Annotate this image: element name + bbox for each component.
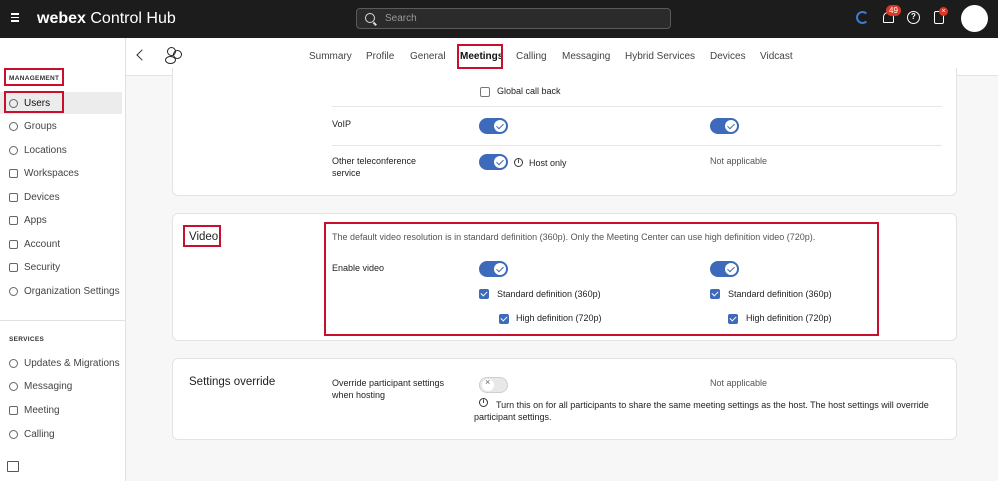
search-icon: [365, 13, 375, 23]
tab-general[interactable]: General: [410, 51, 446, 62]
tab-vidcast[interactable]: Vidcast: [760, 51, 793, 62]
sidebar-item-users[interactable]: Users: [0, 92, 122, 114]
other-teleconference-label: Other teleconference service: [332, 156, 417, 178]
sidebar-item-apps[interactable]: Apps: [0, 209, 122, 231]
video-description: The default video resolution is in stand…: [332, 232, 816, 242]
global-call-back-label: Global call back: [497, 86, 561, 96]
refresh-icon: [9, 358, 18, 368]
sidebar-item-security[interactable]: Security: [0, 256, 122, 278]
devices-icon: [9, 192, 18, 202]
sidebar-divider: [0, 320, 125, 321]
standard-definition-label: Standard definition (360p): [497, 289, 601, 299]
tab-calling[interactable]: Calling: [516, 51, 547, 62]
high-definition-default-label: High definition (720p): [746, 313, 832, 323]
user-icon: [9, 98, 18, 108]
override-participant-label: Override participant settings when hosti…: [332, 378, 445, 400]
high-definition-default-checkbox[interactable]: [728, 314, 738, 324]
divider: [332, 145, 942, 146]
sidebar-item-account[interactable]: Account: [0, 233, 122, 255]
notification-badge: 49: [886, 5, 901, 16]
collapse-sidebar-icon[interactable]: [7, 461, 19, 472]
search-box[interactable]: [356, 8, 671, 29]
tab-devices[interactable]: Devices: [710, 51, 746, 62]
sidebar: MANAGEMENT Users Groups Locations Worksp…: [0, 38, 126, 481]
user-group-icon: [164, 46, 184, 66]
management-label: MANAGEMENT: [9, 75, 60, 82]
apps-icon: [9, 215, 18, 225]
help-icon[interactable]: ?: [907, 11, 920, 24]
tab-hybrid-services[interactable]: Hybrid Services: [625, 51, 695, 62]
high-definition-checkbox[interactable]: [499, 314, 509, 324]
sidebar-item-organization-settings[interactable]: Organization Settings: [0, 280, 122, 302]
sidebar-item-meeting[interactable]: Meeting: [0, 399, 122, 421]
other-teleconference-toggle[interactable]: [479, 154, 508, 170]
account-icon: [9, 239, 18, 249]
video-settings-card: Video The default video resolution is in…: [172, 213, 957, 341]
standard-definition-default-checkbox[interactable]: [710, 289, 720, 299]
phone-icon: [9, 429, 18, 439]
status-icon[interactable]: [856, 11, 869, 24]
high-definition-label: High definition (720p): [516, 313, 602, 323]
sidebar-item-groups[interactable]: Groups: [0, 115, 122, 137]
tab-meetings[interactable]: Meetings: [460, 51, 503, 62]
info-icon: i: [514, 158, 523, 167]
global-call-back-checkbox[interactable]: [480, 87, 490, 97]
sidebar-item-calling[interactable]: Calling: [0, 423, 122, 445]
enable-video-toggle[interactable]: [479, 261, 508, 277]
workspaces-icon: [9, 168, 18, 178]
gear-icon: [9, 286, 18, 296]
settings-override-card: Settings override Override participant s…: [172, 358, 957, 440]
sidebar-item-messaging[interactable]: Messaging: [0, 375, 122, 397]
calendar-icon: [9, 405, 18, 415]
avatar[interactable]: [961, 5, 988, 32]
shield-icon: [9, 262, 18, 272]
tab-profile[interactable]: Profile: [366, 51, 394, 62]
top-bar: webex Control Hub 49 ? ×: [0, 0, 998, 38]
tab-messaging[interactable]: Messaging: [562, 51, 610, 62]
tasks-alert-badge: ×: [939, 7, 948, 16]
menu-icon[interactable]: [11, 11, 23, 25]
not-applicable-text: Not applicable: [710, 156, 768, 166]
override-participant-toggle[interactable]: [479, 377, 508, 393]
settings-override-title: Settings override: [189, 376, 276, 388]
app-brand[interactable]: webex Control Hub: [37, 10, 176, 28]
chat-icon: [9, 381, 18, 391]
host-only-label: Host only: [529, 158, 567, 168]
tab-summary[interactable]: Summary: [309, 51, 352, 62]
services-label: SERVICES: [9, 336, 45, 343]
audio-settings-card: Global call back VoIP Other teleconferen…: [172, 68, 957, 196]
sidebar-item-locations[interactable]: Locations: [0, 139, 122, 161]
enable-video-label: Enable video: [332, 263, 385, 273]
standard-definition-default-label: Standard definition (360p): [728, 289, 832, 299]
voip-label: VoIP: [332, 119, 352, 129]
standard-definition-checkbox[interactable]: [479, 289, 489, 299]
groups-icon: [9, 121, 18, 131]
not-applicable-text: Not applicable: [710, 378, 768, 388]
sidebar-item-devices[interactable]: Devices: [0, 186, 122, 208]
sidebar-item-updates-migrations[interactable]: Updates & Migrations: [0, 352, 122, 374]
voip-default-toggle[interactable]: [710, 118, 739, 134]
search-input[interactable]: [385, 11, 655, 26]
override-info-text: Turn this on for all participants to sha…: [474, 400, 929, 422]
location-pin-icon: [9, 145, 18, 155]
back-arrow-icon[interactable]: [136, 49, 148, 61]
video-section-title: Video: [189, 231, 219, 243]
voip-toggle[interactable]: [479, 118, 508, 134]
sidebar-item-workspaces[interactable]: Workspaces: [0, 162, 122, 184]
divider: [332, 106, 942, 107]
enable-video-default-toggle[interactable]: [710, 261, 739, 277]
